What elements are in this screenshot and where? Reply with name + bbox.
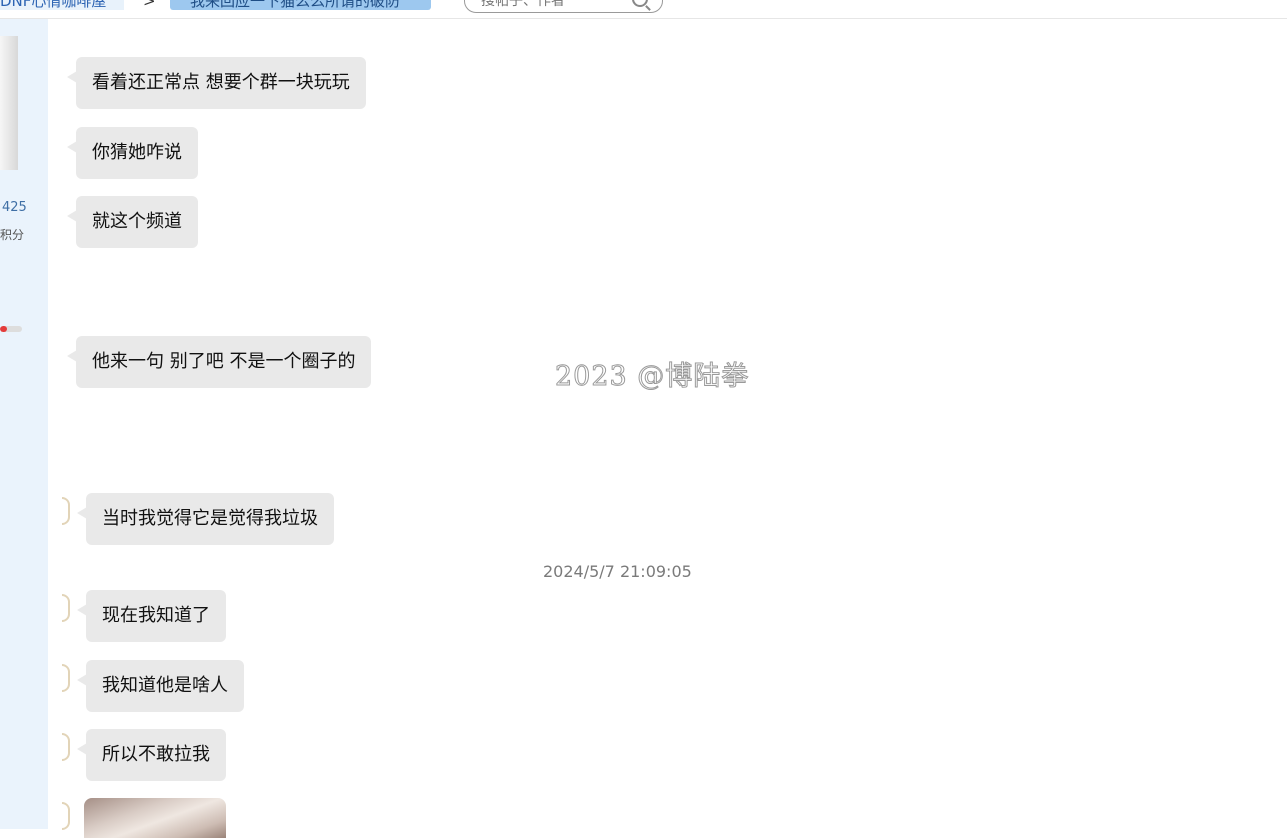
level-progress-bar [0, 326, 22, 332]
user-stat-number[interactable]: 425 [2, 200, 27, 215]
chat-screenshot: 看着还正常点 想要个群一块玩玩 你猜她咋说 就这个频道 他来一句 别了吧 不是一… [49, 19, 1287, 838]
breadcrumb-separator: > [143, 0, 156, 10]
chat-message: 看着还正常点 想要个群一块玩玩 [67, 57, 366, 109]
chat-message: 就这个频道 [67, 196, 198, 248]
sender-avatar [62, 594, 70, 622]
chat-message: 现在我知道了 [77, 590, 226, 642]
chat-message: 所以不敢拉我 [77, 729, 226, 781]
chat-message: 我知道他是啥人 [77, 660, 244, 712]
user-avatar[interactable] [0, 36, 18, 170]
user-stat-label: 积分 [0, 228, 25, 242]
breadcrumb-forum-link[interactable]: DNF心情咖啡屋 [0, 0, 125, 10]
chat-message: 你猜她咋说 [67, 127, 198, 179]
user-sidebar: 425 积分 [0, 19, 48, 829]
watermark: 2023 @博陆拳 [554, 361, 750, 393]
sender-avatar [62, 664, 70, 692]
top-bar: DNF心情咖啡屋 > 我来回应一下猫么么所谓的破防 [0, 0, 1287, 19]
sender-avatar [62, 802, 70, 830]
sender-avatar [62, 497, 70, 525]
sender-avatar [62, 733, 70, 761]
chat-image-message[interactable] [84, 798, 226, 838]
search-box[interactable] [464, 0, 663, 13]
search-icon[interactable] [632, 0, 648, 7]
level-progress-fill [0, 326, 7, 332]
chat-message: 他来一句 别了吧 不是一个圈子的 [66, 336, 372, 388]
message-timestamp: 2024/5/7 21:09:05 [543, 562, 692, 581]
breadcrumb-thread-link[interactable]: 我来回应一下猫么么所谓的破防 [170, 0, 431, 10]
chat-message: 当时我觉得它是觉得我垃圾 [77, 493, 334, 545]
search-input[interactable] [479, 0, 623, 11]
